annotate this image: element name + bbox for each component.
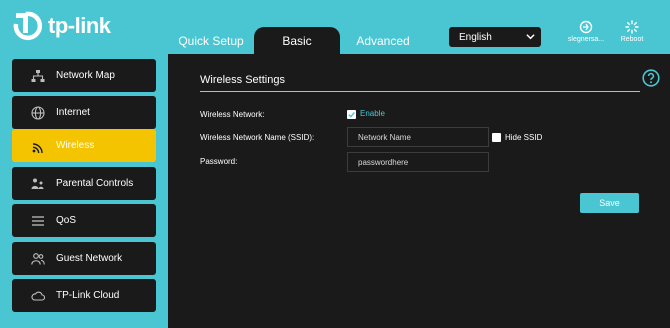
- tab-basic[interactable]: Basic: [254, 27, 340, 54]
- logo-text: tp-link: [48, 13, 111, 38]
- ssid-input[interactable]: Network Name: [347, 127, 489, 147]
- hide-ssid-checkbox[interactable]: [492, 133, 501, 142]
- sidebar-item-tp-link-cloud[interactable]: TP-Link Cloud: [12, 279, 156, 312]
- sidebar-item-label: Wireless: [56, 140, 95, 151]
- sidebar-item-qos[interactable]: QoS: [12, 204, 156, 237]
- sidebar-item-label: QoS: [56, 215, 77, 226]
- parental-controls-icon: [30, 176, 46, 192]
- globe-icon: [30, 105, 46, 121]
- sidebar-item-wireless[interactable]: Wireless: [12, 129, 156, 162]
- language-select-value: English: [459, 31, 492, 43]
- reboot-label: Reboot: [620, 36, 644, 43]
- ssid-label: Wireless Network Name (SSID):: [200, 133, 315, 142]
- sidebar-item-parental-controls[interactable]: Parental Controls: [12, 167, 156, 200]
- guest-network-icon: [30, 251, 46, 267]
- password-label: Password:: [200, 157, 238, 166]
- hide-ssid-label: Hide SSID: [505, 133, 543, 142]
- sidebar-item-label: TP-Link Cloud: [56, 290, 120, 301]
- reboot-icon: [625, 20, 639, 34]
- sidebar-item-internet[interactable]: Internet: [12, 96, 156, 129]
- sidebar-item-label: Network Map: [56, 70, 115, 81]
- sidebar-item-label: Internet: [56, 107, 90, 118]
- password-input[interactable]: passwordhere: [347, 152, 489, 172]
- check-icon: [348, 111, 355, 118]
- logout-label: slegnersa...: [567, 36, 605, 43]
- cloud-icon: [30, 288, 46, 304]
- tp-link-logo: tp-link: [12, 10, 111, 42]
- logout-icon: [579, 20, 593, 34]
- tp-link-logo-icon: [13, 11, 43, 41]
- tab-advanced[interactable]: Advanced: [340, 27, 426, 54]
- network-map-icon: [30, 68, 46, 84]
- help-icon[interactable]: [642, 69, 660, 87]
- section-divider: [200, 91, 640, 92]
- password-input-value: passwordhere: [358, 157, 409, 167]
- chevron-down-icon: [526, 34, 535, 40]
- save-button[interactable]: Save: [580, 193, 639, 213]
- sidebar-item-label: Parental Controls: [56, 178, 134, 189]
- enable-label: Enable: [360, 109, 385, 118]
- ssid-input-placeholder: Network Name: [358, 132, 411, 142]
- enable-checkbox[interactable]: [347, 110, 356, 119]
- wifi-icon: [30, 138, 46, 154]
- sidebar-item-network-map[interactable]: Network Map: [12, 59, 156, 92]
- reboot-button[interactable]: Reboot: [610, 20, 654, 43]
- top-header: tp-link Quick Setup Basic Advanced Engli…: [0, 0, 670, 54]
- sidebar-item-guest-network[interactable]: Guest Network: [12, 242, 156, 275]
- language-select[interactable]: English: [449, 27, 541, 47]
- wireless-network-label: Wireless Network:: [200, 110, 265, 119]
- tab-quick-setup[interactable]: Quick Setup: [168, 27, 254, 54]
- section-title: Wireless Settings: [200, 74, 285, 86]
- main-panel: Wireless Settings Wireless Network: Enab…: [168, 54, 670, 328]
- sidebar-item-label: Guest Network: [56, 253, 123, 264]
- logout-button[interactable]: slegnersa...: [564, 20, 608, 43]
- sidebar: Network Map Internet Wireless Parental C…: [0, 54, 168, 328]
- qos-icon: [30, 213, 46, 229]
